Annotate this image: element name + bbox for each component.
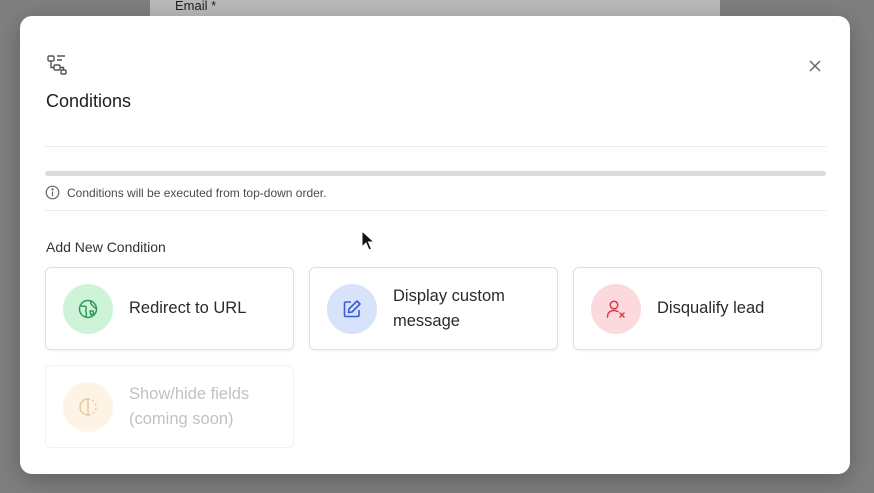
option-label: Show/hide fields (coming soon) (129, 384, 250, 428)
user-x-icon (591, 283, 641, 334)
option-label: Display custom message (393, 286, 505, 330)
option-label: Disqualify lead (657, 299, 765, 317)
show-hide-fields-option: Show/hide fields (coming soon) (45, 365, 294, 448)
info-text: Conditions will be executed from top-dow… (67, 185, 327, 200)
info-note: Conditions will be executed from top-dow… (45, 185, 326, 200)
conditions-modal: Conditions Conditions will be executed f… (20, 16, 850, 474)
divider (45, 146, 826, 147)
conditions-icon (46, 54, 68, 76)
globe-icon (63, 283, 113, 334)
modal-title: Conditions (46, 91, 132, 111)
redirect-to-url-option[interactable]: Redirect to URL (45, 267, 294, 350)
disqualify-lead-option[interactable]: Disqualify lead (573, 267, 822, 350)
background-email-label: Email * (175, 0, 217, 13)
divider (45, 210, 826, 211)
display-custom-message-option[interactable]: Display custom message (309, 267, 558, 350)
add-condition-label: Add New Condition (46, 239, 166, 255)
mouse-cursor-icon (361, 230, 375, 251)
edit-icon (327, 283, 377, 334)
option-label: Redirect to URL (129, 299, 247, 317)
info-icon (45, 185, 60, 200)
half-circle-icon (63, 381, 113, 432)
conditions-list-track (45, 171, 826, 176)
close-icon (809, 60, 821, 72)
close-button[interactable] (805, 56, 825, 76)
